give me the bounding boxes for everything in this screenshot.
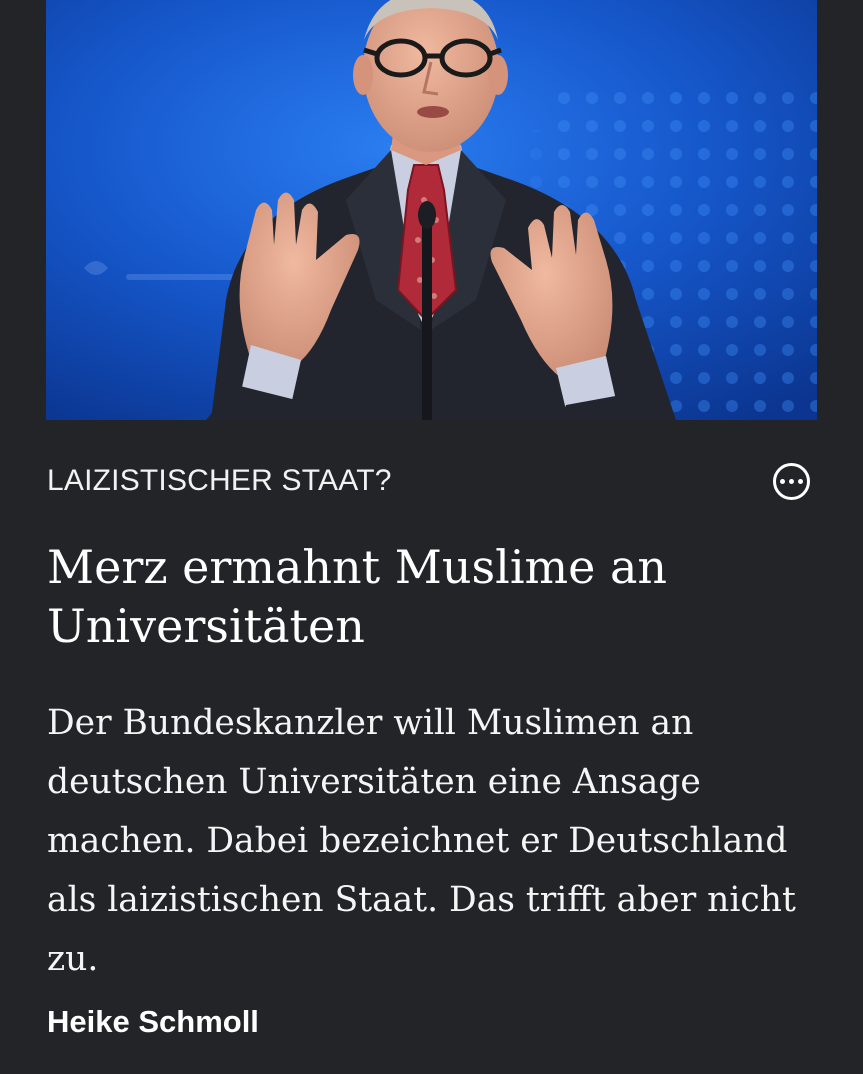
article-photo[interactable]	[46, 0, 817, 420]
article-author[interactable]: Heike Schmoll	[47, 1004, 259, 1040]
more-options-icon-dot	[798, 479, 803, 484]
article-headline[interactable]: Merz ermahnt Muslime an Universitäten	[47, 538, 827, 656]
article-kicker: LAIZISTISCHER STAAT?	[47, 464, 392, 497]
more-options-button[interactable]	[773, 463, 810, 500]
article-card[interactable]: LAIZISTISCHER STAAT? Merz ermahnt Muslim…	[0, 0, 863, 1074]
speaker-photo-illustration	[46, 0, 817, 420]
article-teaser[interactable]: Der Bundeskanzler will Muslimen an deuts…	[47, 694, 837, 989]
more-options-icon	[780, 479, 785, 484]
more-options-icon-dot	[789, 479, 794, 484]
